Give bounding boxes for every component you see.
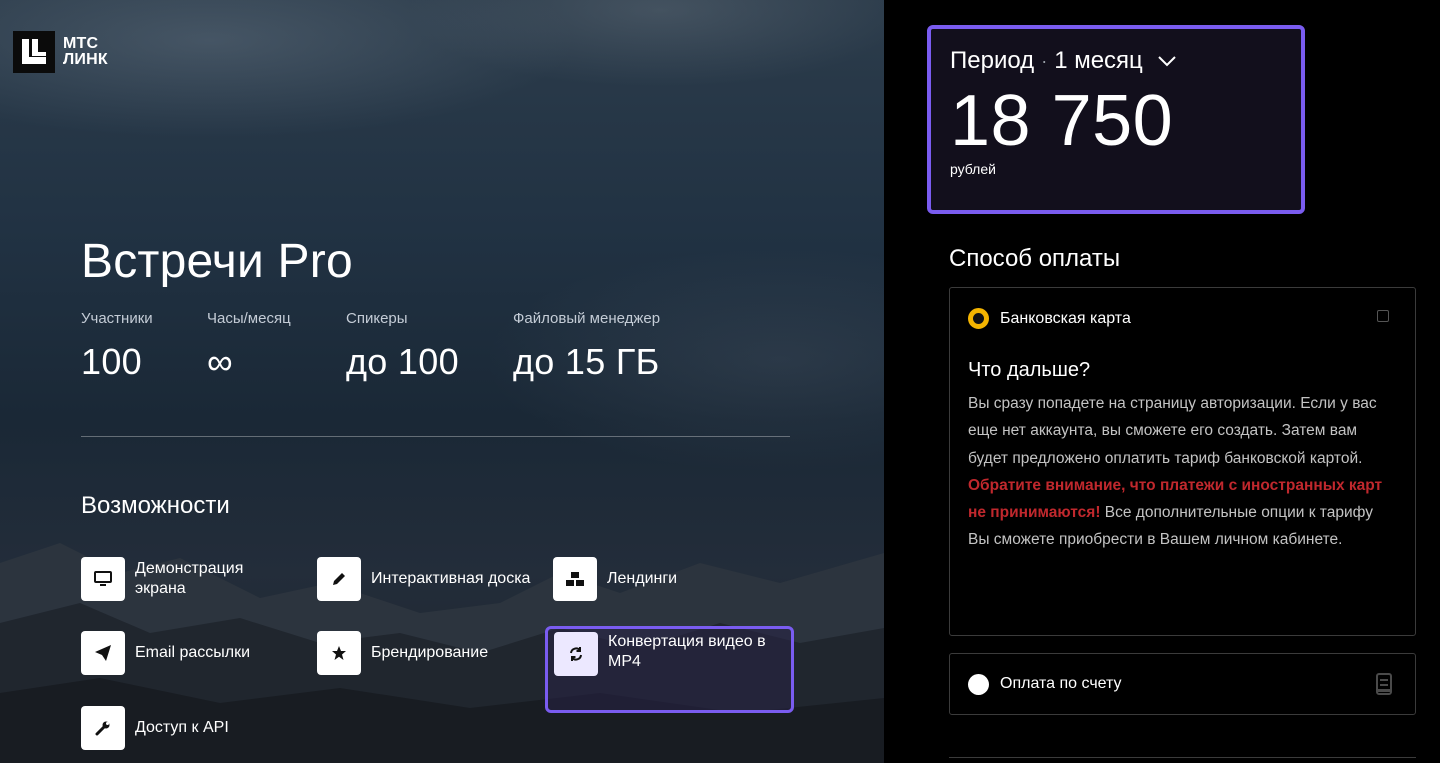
feature-email: Email рассылки [81,631,250,675]
stat-label: Часы/месяц [207,310,291,327]
feature-screen-share: Демонстрация экрана [81,557,285,601]
star-icon [317,631,361,675]
period-separator: · [1041,50,1048,71]
next-steps-text: Вы сразу попадете на страницу авторизаци… [968,390,1397,554]
payment-option-label: Банковская карта [1000,309,1131,327]
cubes-icon [553,557,597,601]
feature-whiteboard: Интерактивная доска [317,557,530,601]
period-selector[interactable]: Период · 1 месяц [950,47,1301,75]
next-steps-info: Вы сразу попадете на страницу авторизаци… [968,395,1377,467]
brand-logo[interactable]: МТС ЛИНК [13,31,108,73]
stat-file-manager: Файловый менеджер до 15 ГБ [513,310,660,383]
feature-label: Лендинги [607,570,678,587]
plan-hero-panel: МТС ЛИНК Встречи Pro Участники 100 Часы/… [0,0,884,763]
payment-method-title: Способ оплаты [949,245,1121,272]
period-label: Период [950,47,1035,74]
paper-plane-icon [81,631,125,675]
pencil-icon [317,557,361,601]
features-title: Возможности [81,492,230,519]
feature-mp4-conversion[interactable]: Конвертация видео в MP4 [545,626,794,713]
feature-api-access: Доступ к API [81,706,229,750]
feature-branding: Брендирование [317,631,488,675]
radio-selected[interactable] [968,308,989,329]
period-value: 1 месяц [1054,47,1143,74]
brand-name: МТС ЛИНК [63,36,108,68]
payment-option-bank-card[interactable]: Банковская карта Что дальше? Вы сразу по… [949,287,1416,636]
stat-label: Файловый менеджер [513,310,661,327]
feature-label: Демонстрация экрана [135,560,244,597]
feature-label: Доступ к API [135,719,229,736]
plan-title: Встречи Pro [81,235,353,288]
wrench-icon [81,706,125,750]
monitor-icon [81,557,125,601]
feature-label: Брендирование [371,644,489,661]
stat-label: Спикеры [346,310,408,327]
stat-value: 100 [81,341,142,382]
payment-option-label: Оплата по счету [1000,675,1122,692]
stat-value: ∞ [207,341,233,382]
stat-value: до 15 ГБ [513,341,660,382]
period-price-card: Период · 1 месяц 18 750 рублей [927,25,1305,214]
feature-label: Конвертация видео в MP4 [608,633,766,670]
next-steps-title: Что дальше? [968,359,1091,381]
brand-name-line1: МТС [63,35,99,52]
feature-label: Email рассылки [135,644,251,661]
divider [949,757,1416,758]
card-icon [1377,310,1389,322]
chevron-down-icon [1158,56,1176,67]
refresh-icon [554,632,598,676]
feature-label: Интерактивная доска [371,570,531,587]
price-amount: 18 750 [950,81,1174,161]
feature-landings: Лендинги [553,557,677,601]
mts-link-logo-icon [13,31,55,73]
stat-speakers: Спикеры до 100 [346,310,459,383]
price-currency: рублей [950,161,996,177]
payment-option-invoice[interactable]: Оплата по счету [949,653,1416,715]
invoice-document-icon [1376,673,1392,695]
brand-name-line2: ЛИНК [63,51,108,68]
stat-value: до 100 [346,341,459,382]
divider [81,436,790,437]
radio-unselected[interactable] [968,673,989,695]
stat-label: Участники [81,310,153,327]
stat-participants: Участники 100 [81,310,153,383]
stat-hours: Часы/месяц ∞ [207,310,291,383]
